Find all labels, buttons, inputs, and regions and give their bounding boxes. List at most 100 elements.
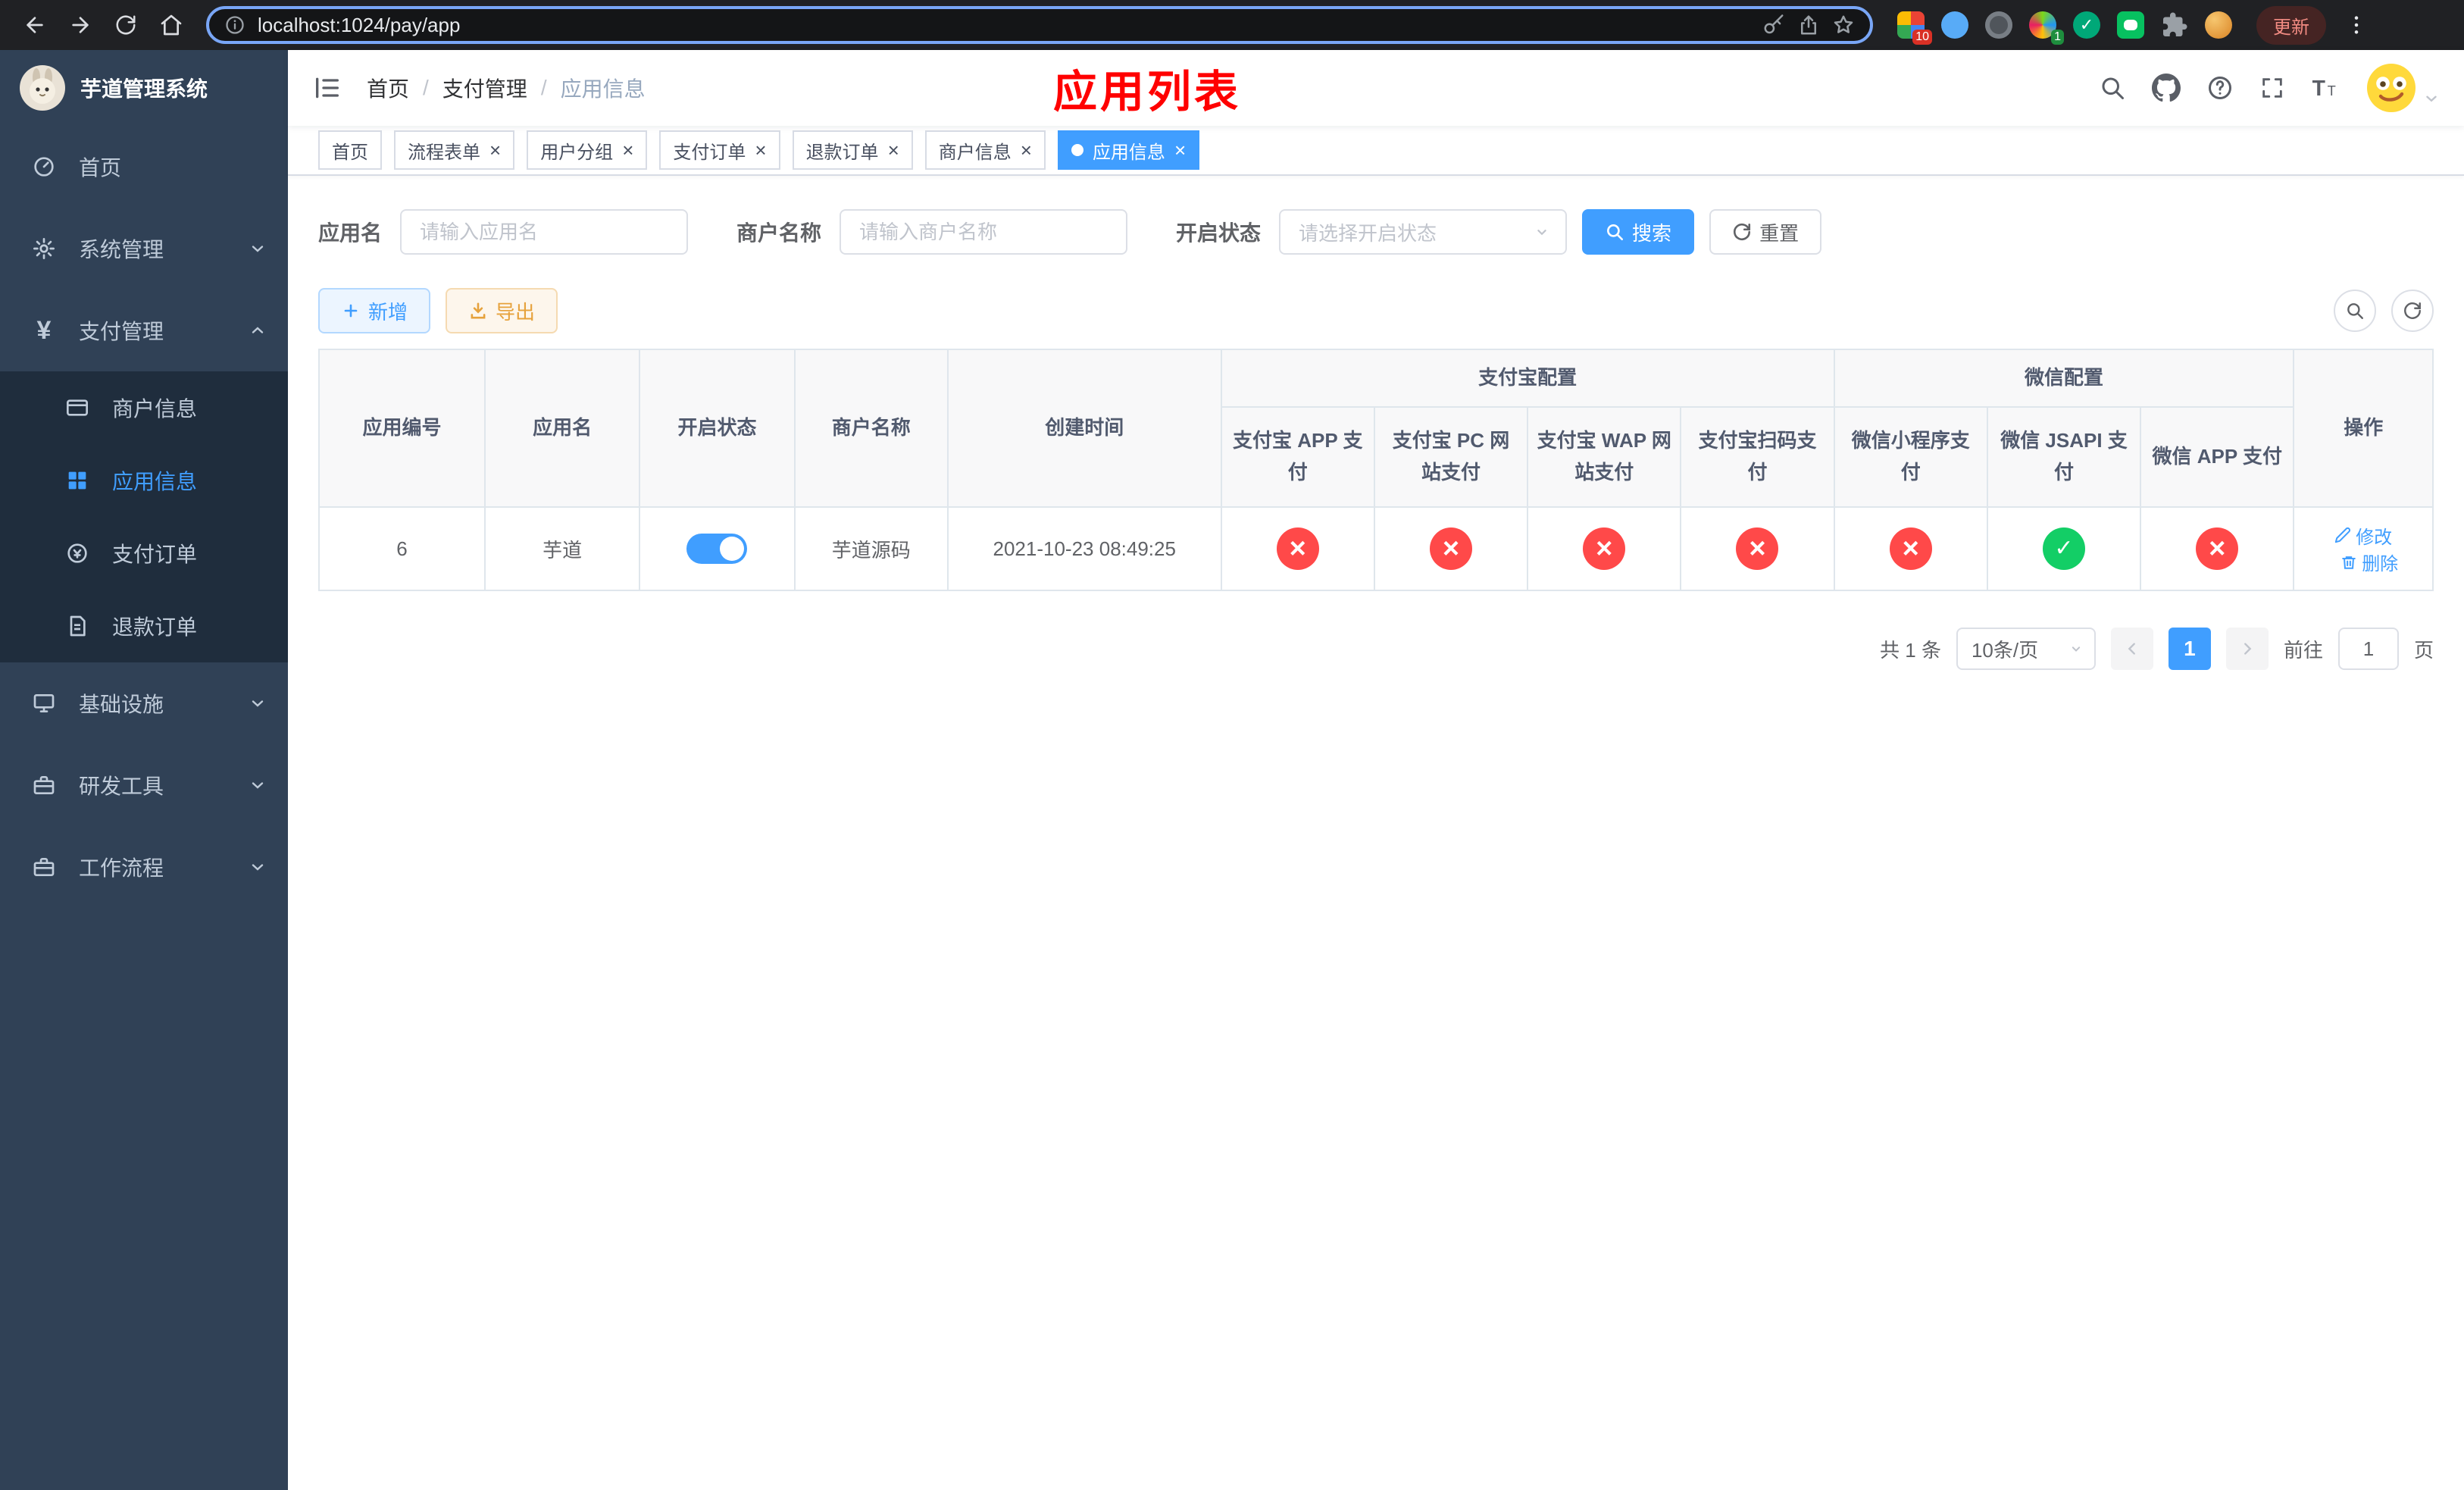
bookmark-star-icon[interactable] bbox=[1832, 14, 1855, 36]
plus-icon bbox=[344, 304, 358, 318]
sidebar-item-app-info[interactable]: 应用信息 bbox=[0, 444, 288, 517]
prev-page-button[interactable] bbox=[2110, 628, 2153, 670]
status-toggle[interactable] bbox=[686, 534, 748, 564]
sidebar-item-system[interactable]: 系统管理 bbox=[0, 208, 288, 290]
tab-refund-order[interactable]: 退款订单 × bbox=[792, 130, 913, 170]
browser-back-button[interactable] bbox=[15, 5, 55, 45]
goto-page-input[interactable] bbox=[2337, 628, 2399, 670]
close-icon[interactable]: × bbox=[1021, 140, 1032, 160]
pay-order-icon bbox=[64, 541, 91, 565]
merchant-name-label: 商户名称 bbox=[736, 221, 822, 245]
tab-app-info[interactable]: 应用信息 × bbox=[1057, 130, 1200, 170]
sidebar-item-dev-tools[interactable]: 研发工具 bbox=[0, 744, 288, 826]
extension-blue-icon[interactable] bbox=[1941, 11, 1968, 39]
breadcrumb-home[interactable]: 首页 bbox=[367, 73, 409, 103]
app-logo: 芋道管理系统 bbox=[0, 50, 288, 126]
site-info-icon[interactable] bbox=[224, 14, 245, 36]
goto-label: 前往 bbox=[2283, 638, 2323, 662]
help-icon[interactable] bbox=[2206, 74, 2234, 102]
sidebar-item-pay-order[interactable]: 支付订单 bbox=[0, 517, 288, 590]
close-icon[interactable]: × bbox=[755, 140, 766, 160]
yen-icon: ¥ bbox=[36, 316, 52, 345]
browser-extensions: 10 1 ✓ bbox=[1897, 11, 2232, 45]
sidebar-item-label: 系统管理 bbox=[79, 238, 164, 261]
close-icon[interactable]: × bbox=[622, 140, 633, 160]
col-header-operations: 操作 bbox=[2293, 349, 2434, 508]
delete-link[interactable]: 删除 bbox=[2340, 549, 2398, 575]
pagination: 共 1 条 10条/页 1 前往 页 bbox=[318, 628, 2434, 670]
monitor-icon bbox=[30, 691, 58, 715]
address-bar[interactable]: localhost:1024/pay/app bbox=[206, 6, 1873, 44]
github-icon[interactable] bbox=[2152, 74, 2181, 102]
toolbox-icon bbox=[30, 773, 58, 797]
close-icon[interactable]: × bbox=[1174, 140, 1186, 160]
sidebar-item-refund-order[interactable]: 退款订单 bbox=[0, 590, 288, 662]
refresh-table-button[interactable] bbox=[2391, 290, 2434, 332]
group-header-alipay: 支付宝配置 bbox=[1220, 349, 1835, 408]
font-size-icon[interactable]: TT bbox=[2311, 73, 2341, 103]
page-size-select[interactable]: 10条/页 bbox=[1956, 628, 2096, 670]
sidebar-item-merchant-info[interactable]: 商户信息 bbox=[0, 371, 288, 444]
next-page-button[interactable] bbox=[2225, 628, 2269, 670]
chevron-left-icon bbox=[2128, 643, 2135, 655]
browser-reload-button[interactable] bbox=[106, 5, 145, 45]
breadcrumb-separator: / bbox=[540, 76, 547, 99]
fullscreen-icon[interactable] bbox=[2259, 75, 2285, 101]
share-icon[interactable] bbox=[1797, 14, 1820, 36]
reset-button[interactable]: 重置 bbox=[1709, 209, 1822, 255]
sidebar-item-payment[interactable]: ¥ 支付管理 bbox=[0, 290, 288, 371]
export-button[interactable]: 导出 bbox=[446, 288, 558, 333]
extension-chat-icon[interactable] bbox=[2117, 11, 2144, 39]
sidebar-item-label: 基础设施 bbox=[79, 693, 164, 716]
sidebar-toggle-icon[interactable] bbox=[312, 73, 342, 103]
tab-process-form[interactable]: 流程表单 × bbox=[394, 130, 515, 170]
close-icon[interactable]: × bbox=[888, 140, 899, 160]
tab-pay-order[interactable]: 支付订单 × bbox=[659, 130, 780, 170]
sidebar-item-workflow[interactable]: 工作流程 bbox=[0, 826, 288, 908]
profile-avatar-icon[interactable] bbox=[2205, 11, 2232, 39]
extension-avatar-icon[interactable]: 1 bbox=[2029, 11, 2064, 45]
toggle-search-button[interactable] bbox=[2334, 290, 2376, 332]
breadcrumb-payment[interactable]: 支付管理 bbox=[442, 73, 527, 103]
home-icon bbox=[161, 14, 182, 36]
extension-grid-icon[interactable]: 10 bbox=[1897, 11, 1932, 45]
browser-home-button[interactable] bbox=[152, 5, 191, 45]
url-text: localhost:1024/pay/app bbox=[258, 13, 461, 36]
extension-check-icon[interactable]: ✓ bbox=[2073, 11, 2100, 39]
total-count: 共 1 条 bbox=[1880, 638, 1941, 662]
sidebar-item-infrastructure[interactable]: 基础设施 bbox=[0, 662, 288, 744]
app-name-input[interactable] bbox=[400, 209, 689, 255]
browser-forward-button[interactable] bbox=[61, 5, 100, 45]
group-header-wechat: 微信配置 bbox=[1833, 349, 2295, 408]
search-icon[interactable] bbox=[2099, 74, 2126, 102]
extensions-puzzle-icon[interactable] bbox=[2161, 11, 2188, 39]
cell-app-name: 芋道 bbox=[483, 506, 641, 591]
page-number-button[interactable]: 1 bbox=[2168, 628, 2211, 670]
sidebar-item-home[interactable]: 首页 bbox=[0, 126, 288, 208]
tab-home[interactable]: 首页 bbox=[318, 130, 382, 170]
search-icon bbox=[2347, 303, 2363, 319]
status-select[interactable]: 请选择开启状态 bbox=[1279, 209, 1568, 255]
extension-dark-icon[interactable] bbox=[1985, 11, 2012, 39]
navbar-actions: TT bbox=[2099, 64, 2440, 112]
browser-menu-icon[interactable] bbox=[2344, 13, 2369, 37]
browser-toolbar: localhost:1024/pay/app 10 1 ✓ 更新 bbox=[0, 0, 2464, 50]
user-menu[interactable] bbox=[2367, 64, 2440, 112]
browser-update-button[interactable]: 更新 bbox=[2256, 5, 2326, 45]
tab-merchant-info[interactable]: 商户信息 × bbox=[924, 130, 1046, 170]
edit-link[interactable]: 修改 bbox=[2334, 522, 2392, 549]
tab-label: 首页 bbox=[332, 142, 368, 163]
merchant-name-input[interactable] bbox=[840, 209, 1128, 255]
search-button[interactable]: 搜索 bbox=[1582, 209, 1695, 255]
tab-user-group[interactable]: 用户分组 × bbox=[527, 130, 648, 170]
status-select-placeholder: 请选择开启状态 bbox=[1299, 221, 1437, 245]
breadcrumb-separator: / bbox=[423, 76, 429, 99]
close-icon[interactable]: × bbox=[489, 140, 501, 160]
password-key-icon[interactable] bbox=[1762, 14, 1785, 36]
page-content: 应用名 商户名称 开启状态 请选择开启状态 搜索 bbox=[288, 176, 2464, 1490]
pencil-icon bbox=[2335, 527, 2351, 543]
avatar bbox=[2367, 64, 2416, 112]
add-button[interactable]: 新增 bbox=[318, 288, 431, 333]
col-header-wechat-mini: 微信小程序支付 bbox=[1833, 406, 1988, 508]
status-cross-icon bbox=[1583, 527, 1626, 570]
